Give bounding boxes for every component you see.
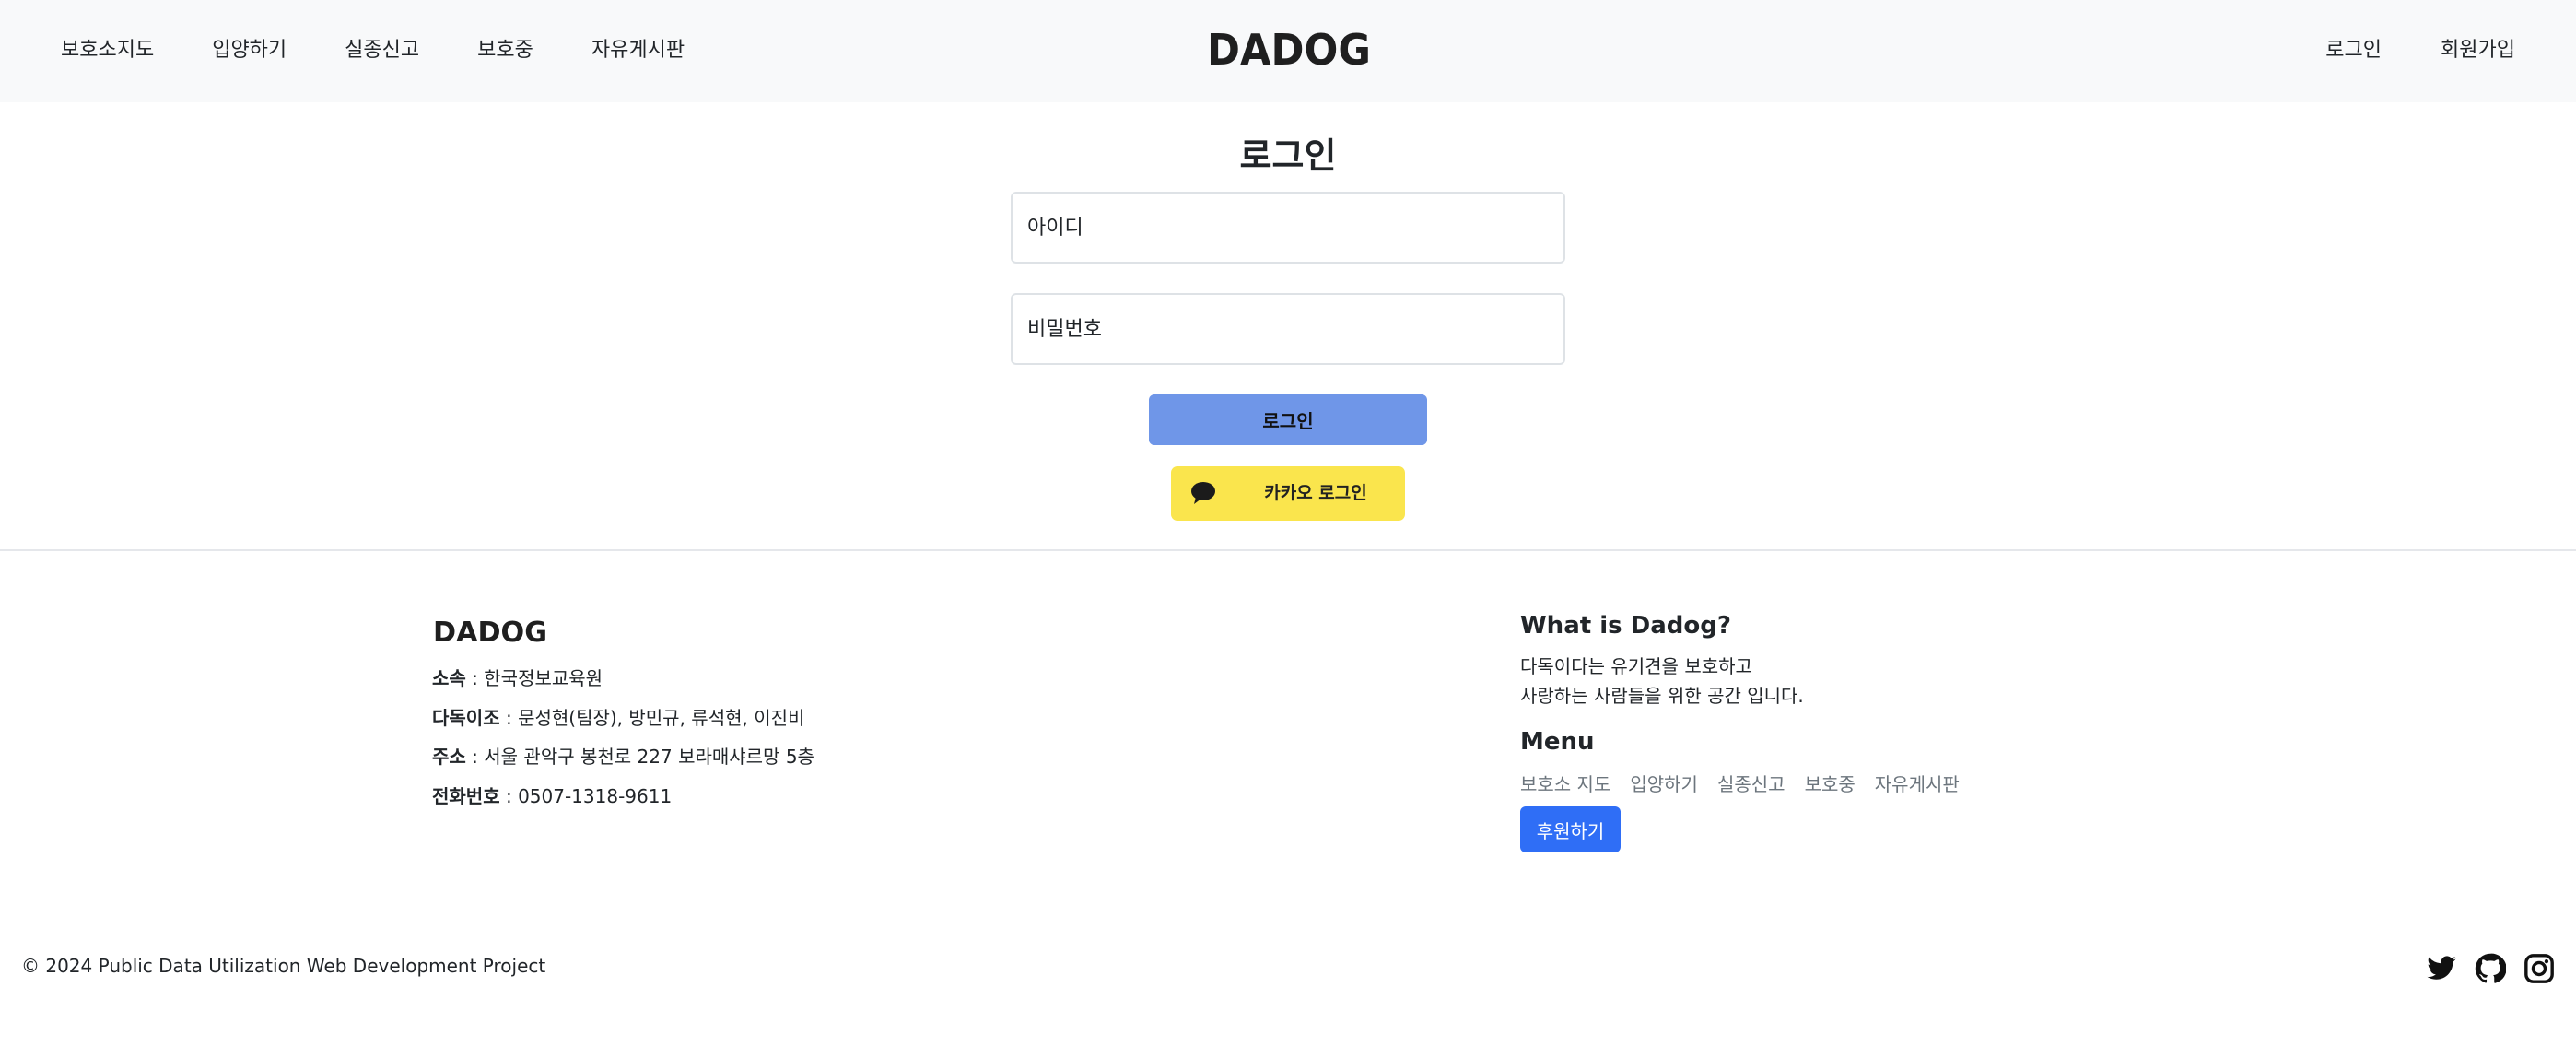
footer-brand-logo: DADOG: [433, 617, 547, 645]
info-label: 소속: [432, 667, 466, 689]
info-value: : 서울 관악구 봉천로 227 보라매샤르망 5층: [465, 746, 814, 768]
info-team: 다독이조 : 문성현(팀장), 방민규, 류석현, 이진비: [432, 703, 804, 730]
footer-link-shelter-map[interactable]: 보호소 지도: [1520, 770, 1610, 796]
copyright-text: © 2024 Public Data Utilization Web Devel…: [21, 955, 546, 977]
info-label: 주소: [432, 746, 466, 768]
info-affiliation: 소속 : 한국정보교육원: [432, 664, 603, 690]
nav-link-login[interactable]: 로그인: [2325, 33, 2382, 63]
twitter-icon[interactable]: [2426, 953, 2457, 984]
page-title: 로그인: [1239, 135, 1337, 176]
nav-link-missing-report[interactable]: 실종신고: [345, 33, 419, 63]
info-address: 주소 : 서울 관악구 봉천로 227 보라매샤르망 5층: [432, 742, 814, 769]
github-icon[interactable]: [2475, 953, 2506, 984]
nav-link-adopt[interactable]: 입양하기: [212, 33, 287, 63]
login-button[interactable]: 로그인: [1149, 394, 1427, 445]
info-label: 다독이조: [432, 707, 500, 729]
id-input[interactable]: [1011, 192, 1565, 264]
footer-menu: 보호소 지도 입양하기 실종신고 보호중 자유게시판: [1520, 770, 1979, 796]
what-is-title: What is Dadog?: [1520, 612, 1731, 640]
info-value: : 한국정보교육원: [465, 667, 603, 689]
what-is-text: 사랑하는 사람들을 위한 공간 입니다.: [1520, 685, 1804, 707]
section-divider: [0, 549, 2576, 551]
what-is-text: 다독이다는 유기견을 보호하고: [1520, 655, 1752, 677]
auth-nav: 로그인 회원가입: [2266, 0, 2515, 96]
footer-link-adopt[interactable]: 입양하기: [1630, 770, 1698, 796]
nav-link-signup[interactable]: 회원가입: [2441, 33, 2515, 63]
instagram-icon[interactable]: [2523, 953, 2555, 984]
brand-logo[interactable]: DADOG: [1205, 26, 1373, 72]
info-value: : 문성현(팀장), 방민규, 류석현, 이진비: [499, 707, 805, 729]
menu-title: Menu: [1520, 728, 1595, 756]
nav-link-protecting[interactable]: 보호중: [477, 33, 533, 63]
main-nav: 보호소지도 입양하기 실종신고 보호중 자유게시판: [61, 0, 743, 96]
footer-link-board[interactable]: 자유게시판: [1875, 770, 1960, 796]
top-navbar: 보호소지도 입양하기 실종신고 보호중 자유게시판 DADOG 로그인 회원가입: [0, 0, 2576, 102]
password-input[interactable]: [1011, 293, 1565, 365]
nav-link-shelter-map[interactable]: 보호소지도: [61, 33, 154, 63]
info-value: : 0507-1318-9611: [499, 785, 673, 807]
speech-bubble-icon: [1191, 482, 1215, 504]
kakao-login-button[interactable]: 카카오 로그인: [1171, 466, 1405, 521]
footer-link-missing-report[interactable]: 실종신고: [1717, 770, 1786, 796]
nav-link-board[interactable]: 자유게시판: [591, 33, 685, 63]
footer-brand-text: DADOG: [433, 617, 547, 645]
sponsor-button[interactable]: 후원하기: [1520, 806, 1621, 852]
kakao-login-label: 카카오 로그인: [1264, 483, 1367, 503]
brand-text: DADOG: [1207, 26, 1371, 72]
info-phone: 전화번호 : 0507-1318-9611: [432, 782, 672, 808]
info-label: 전화번호: [432, 785, 500, 807]
footer-link-protecting[interactable]: 보호중: [1805, 770, 1856, 796]
